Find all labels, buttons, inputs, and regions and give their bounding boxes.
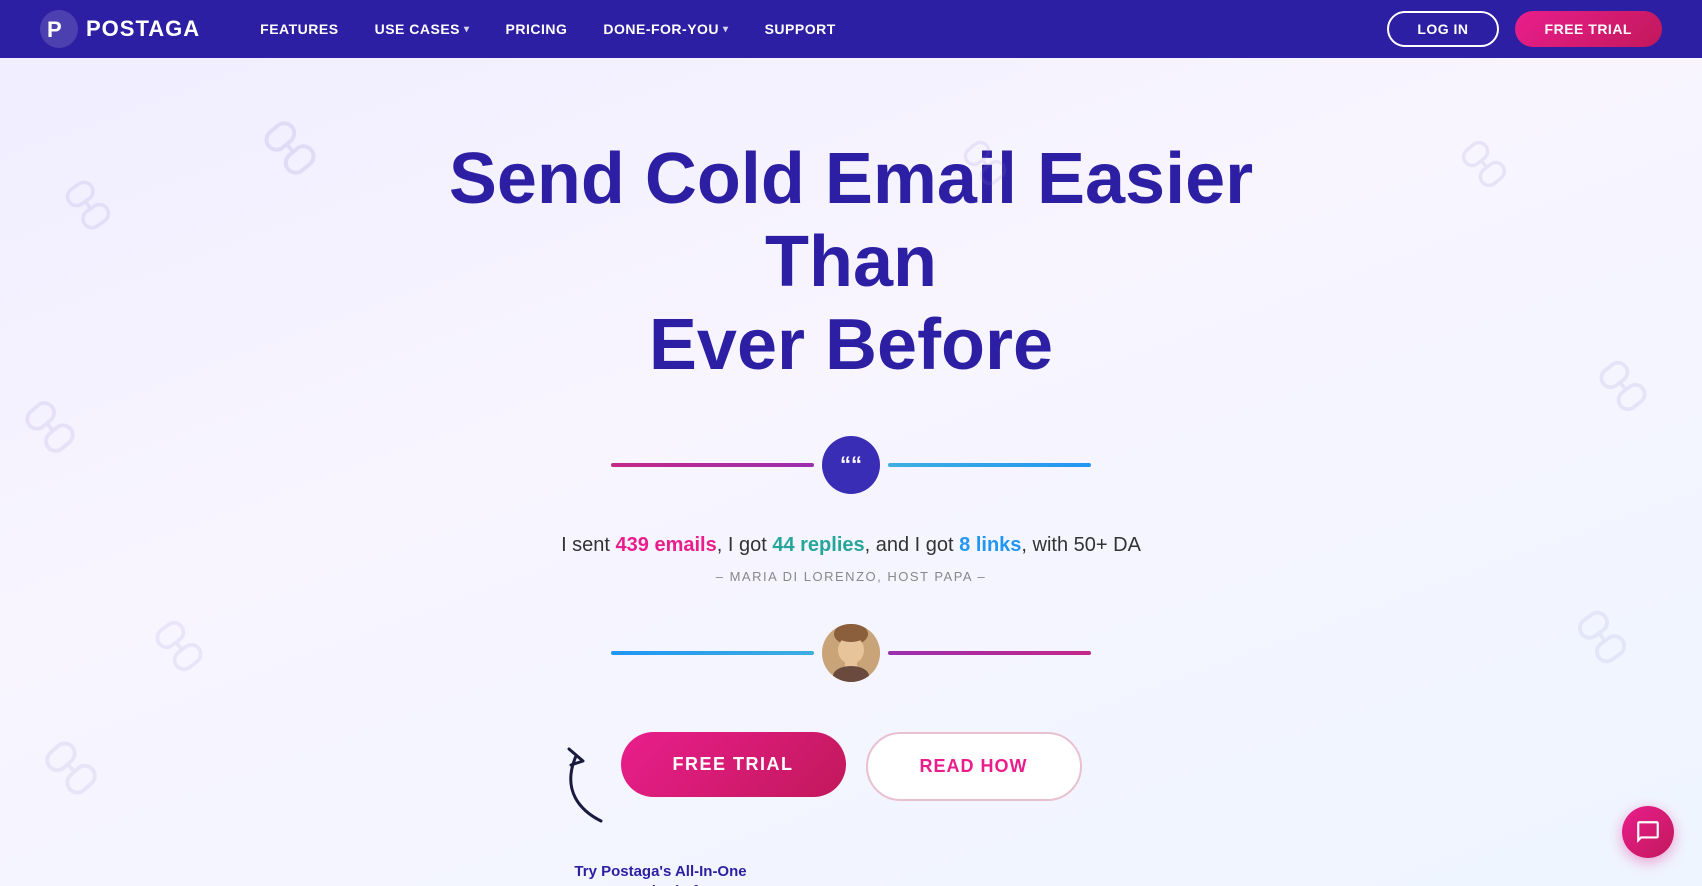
chain-link-decoration [1591, 352, 1655, 420]
arrow-icon [541, 741, 621, 831]
cta-section: Try Postaga's All-In-One Outreach Platfo… [621, 732, 1082, 801]
chat-icon [1635, 819, 1661, 845]
nav-support[interactable]: SUPPORT [765, 21, 836, 37]
navigation: P POSTAGA FEATURES USE CASES ▾ PRICING D… [0, 0, 1702, 58]
chain-link-decoration [147, 612, 211, 680]
links-highlight: 8 links [959, 534, 1021, 556]
chain-link-decoration [1569, 602, 1635, 672]
read-how-button[interactable]: READ HOW [866, 732, 1082, 801]
nav-use-cases[interactable]: USE CASES ▾ [375, 21, 470, 37]
chain-link-decoration [255, 112, 324, 184]
svg-text:P: P [47, 17, 62, 42]
avatar-image [822, 624, 880, 682]
nav-actions: LOG IN FREE TRIAL [1387, 11, 1662, 47]
chain-link-decoration [16, 392, 84, 462]
avatar-line-left [611, 651, 814, 655]
replies-highlight: 44 replies [772, 534, 864, 556]
postaga-logo-icon: P [40, 10, 78, 48]
free-trial-hero-button[interactable]: FREE TRIAL [621, 732, 846, 797]
avatar-divider [611, 624, 1091, 682]
nav-pricing[interactable]: PRICING [506, 21, 568, 37]
testimonial-author: – MARIA DI LORENZO, HOST PAPA – [716, 569, 986, 584]
nav-links: FEATURES USE CASES ▾ PRICING DONE-FOR-YO… [260, 21, 1387, 37]
cta-arrow-area: Try Postaga's All-In-One Outreach Platfo… [541, 741, 621, 831]
cta-label: Try Postaga's All-In-One Outreach Platfo… [571, 862, 751, 886]
chat-bubble-button[interactable] [1622, 806, 1674, 858]
quote-line-right [888, 463, 1091, 467]
nav-features[interactable]: FEATURES [260, 21, 338, 37]
hero-section: Send Cold Email Easier Than Ever Before … [0, 58, 1702, 886]
chain-link-decoration [1453, 133, 1514, 196]
login-button[interactable]: LOG IN [1387, 11, 1498, 47]
brand-name: POSTAGA [86, 16, 200, 42]
chain-link-decoration [58, 173, 118, 238]
emails-highlight: 439 emails [616, 534, 717, 556]
avatar [822, 624, 880, 682]
quote-divider: ““ [611, 436, 1091, 494]
testimonial-text: I sent 439 emails, I got 44 replies, and… [561, 534, 1141, 557]
quote-icon: ““ [822, 436, 880, 494]
avatar-line-right [888, 651, 1091, 655]
hero-title: Send Cold Email Easier Than Ever Before [401, 138, 1301, 386]
chevron-down-icon: ▾ [464, 24, 470, 35]
nav-done-for-you[interactable]: DONE-FOR-YOU ▾ [603, 21, 728, 37]
chain-link-decoration [35, 732, 106, 805]
quote-line-left [611, 463, 814, 467]
chevron-down-icon: ▾ [723, 24, 729, 35]
logo[interactable]: P POSTAGA [40, 10, 200, 48]
free-trial-nav-button[interactable]: FREE TRIAL [1515, 11, 1662, 47]
